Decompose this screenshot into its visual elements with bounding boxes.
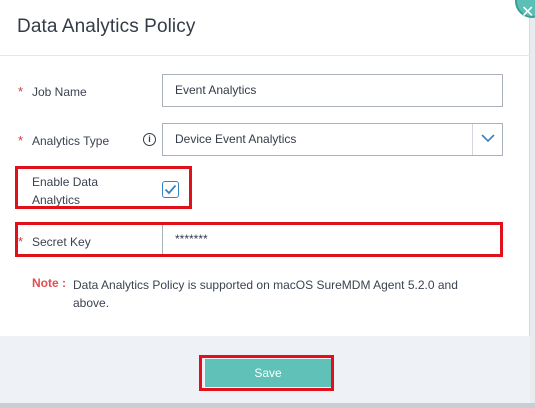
header-divider [0,55,530,56]
dialog: Data Analytics Policy * Job Name Event A… [0,0,530,408]
note-text: Data Analytics Policy is supported on ma… [73,278,458,310]
required-mark: * [18,234,24,249]
analytics-type-select[interactable]: Device Event Analytics [162,123,503,156]
analytics-type-value: Device Event Analytics [175,132,297,146]
enable-data-analytics-checkbox[interactable] [162,181,179,198]
background-strip [0,403,535,408]
analytics-type-label: Analytics Type [32,134,110,148]
enable-data-analytics-label-line2: Analytics [32,193,81,207]
enable-data-analytics-label-line1: Enable Data [32,175,99,189]
job-name-label: Job Name [32,85,87,99]
info-icon[interactable]: i [143,133,156,146]
secret-key-label: Secret Key [32,235,91,249]
save-button[interactable]: Save [205,359,331,387]
chevron-down-icon[interactable] [472,124,502,155]
job-name-input[interactable]: Event Analytics [162,74,503,107]
required-mark: * [18,133,24,148]
dialog-title: Data Analytics Policy [17,16,196,37]
checkmark-icon [164,184,177,195]
job-name-value: Event Analytics [175,83,257,97]
secret-key-value: ******* [175,232,208,246]
secret-key-input[interactable]: ******* [162,224,503,255]
note-label: Note : [32,276,66,290]
required-mark: * [18,84,24,99]
